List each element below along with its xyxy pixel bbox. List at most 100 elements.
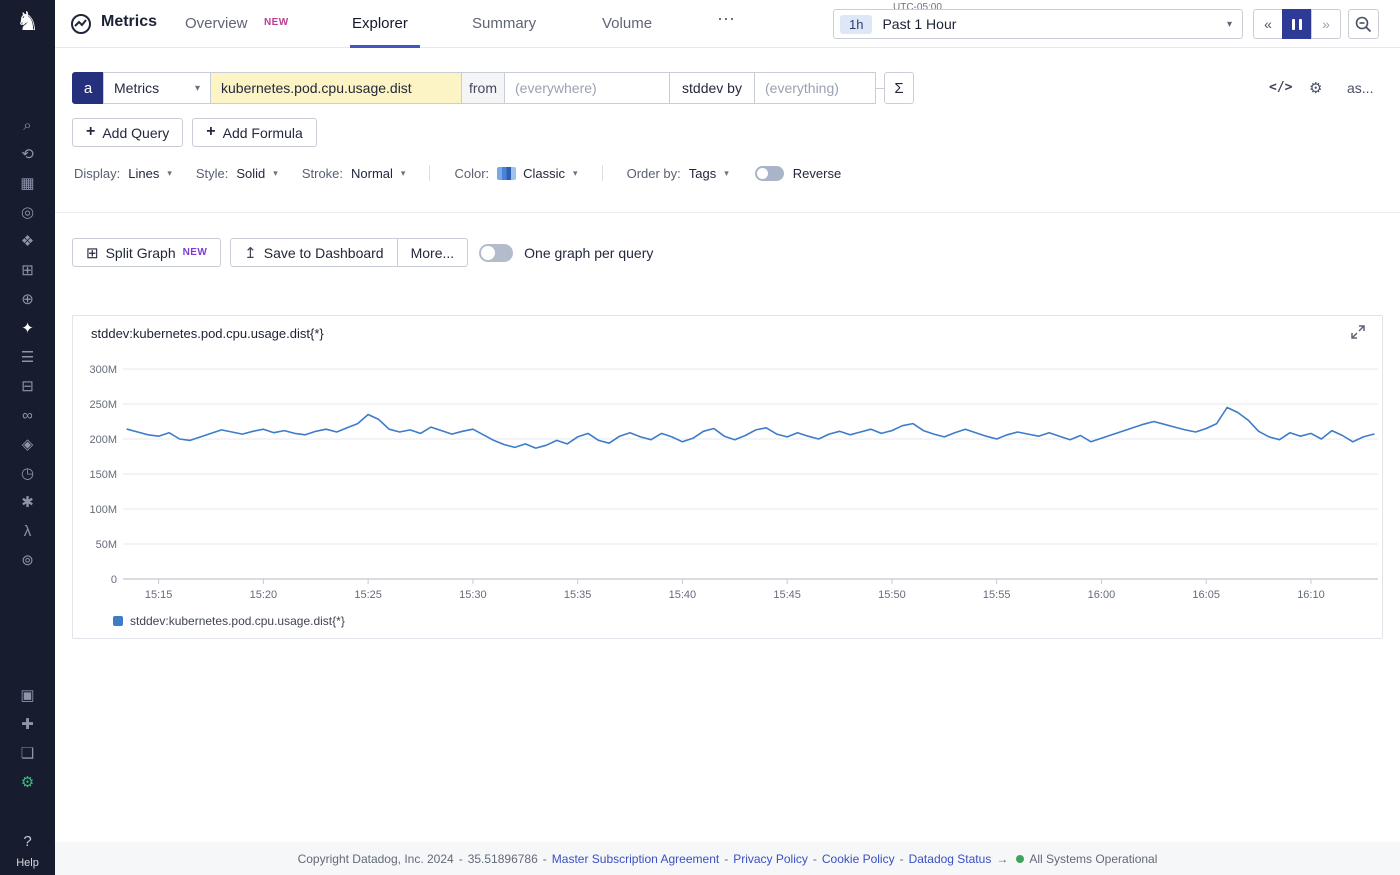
synthetics-icon[interactable]: ∞: [22, 408, 33, 424]
aggregator-dropdown[interactable]: stddev by: [669, 72, 755, 104]
stroke-label: Stroke:: [302, 166, 343, 181]
y-axis-tick-label: 150M: [89, 469, 117, 481]
expand-graph-button[interactable]: [1350, 324, 1370, 344]
save-to-dashboard-button[interactable]: ↥ Save to Dashboard: [230, 238, 397, 267]
workflows-icon[interactable]: ⊚: [21, 553, 34, 569]
style-value: Solid: [236, 166, 265, 181]
separator: -: [459, 852, 463, 866]
help-resources-icon[interactable]: ❏: [21, 746, 34, 762]
timeseries-chart[interactable]: 050M100M150M200M250M300M15:1515:2015:251…: [73, 356, 1384, 608]
stroke-dropdown[interactable]: Stroke: Normal ▾: [302, 166, 406, 181]
chart-title: stddev:kubernetes.pod.cpu.usage.dist{*}: [91, 326, 324, 341]
summary-function-button[interactable]: Σ: [884, 72, 914, 104]
serverless-icon[interactable]: λ: [24, 524, 32, 540]
split-graph-new-badge: NEW: [183, 247, 208, 258]
time-range-chip[interactable]: 1h: [840, 15, 872, 34]
more-label: More...: [411, 245, 455, 261]
code-view-icon[interactable]: </>: [1269, 80, 1292, 95]
tab-explorer[interactable]: Explorer: [352, 15, 408, 32]
x-axis-tick-label: 15:55: [983, 589, 1011, 601]
display-dropdown[interactable]: Display: Lines ▾: [74, 166, 172, 181]
chevron-down-icon: ▾: [724, 168, 729, 179]
footer-link-cookie-policy[interactable]: Cookie Policy: [822, 852, 895, 866]
search-icon[interactable]: ⌕: [23, 118, 31, 134]
plus-icon: +: [86, 123, 95, 141]
tab-volume[interactable]: Volume: [602, 15, 652, 32]
error-tracking-icon[interactable]: ✱: [21, 495, 34, 511]
separator: -: [724, 852, 728, 866]
ci-cd-icon[interactable]: ⊕: [21, 292, 34, 308]
graph-settings-gear-icon[interactable]: ⚙: [1309, 79, 1322, 97]
help-label[interactable]: Help: [0, 857, 55, 869]
style-label: Style:: [196, 166, 229, 181]
security-icon[interactable]: ◈: [22, 437, 34, 453]
infrastructure-icon[interactable]: ❖: [21, 234, 34, 250]
save-to-dashboard-label: Save to Dashboard: [264, 245, 384, 261]
time-range-picker[interactable]: 1h Past 1 Hour ▾: [833, 9, 1243, 39]
legend-item[interactable]: stddev:kubernetes.pod.cpu.usage.dist{*}: [113, 614, 345, 628]
top-nav: Metrics Overview NEW Explorer Summary Vo…: [55, 0, 1400, 48]
dashboards-icon[interactable]: ⊟: [21, 379, 34, 395]
reverse-toggle[interactable]: [755, 166, 784, 181]
add-query-button[interactable]: + Add Query: [72, 118, 183, 147]
page-title: Metrics: [101, 13, 157, 31]
zoom-out-button[interactable]: [1348, 9, 1379, 39]
watchdog-icon[interactable]: ⟲: [21, 147, 34, 163]
order-by-dropdown[interactable]: Order by: Tags ▾: [627, 166, 729, 181]
active-tab-underline: [350, 45, 420, 48]
status-text: All Systems Operational: [1029, 852, 1157, 866]
x-axis-tick-label: 16:10: [1297, 589, 1325, 601]
teams-icon[interactable]: ✚: [21, 717, 34, 733]
notebooks-icon[interactable]: ▣: [20, 688, 34, 704]
color-dropdown[interactable]: Color: Classic ▾: [454, 166, 577, 181]
graph-actions-row: ⊞ Split Graph NEW ↥ Save to Dashboard Mo…: [72, 238, 653, 267]
footer-link-privacy-policy[interactable]: Privacy Policy: [733, 852, 808, 866]
metric-input[interactable]: kubernetes.pod.cpu.usage.dist: [210, 72, 462, 104]
x-axis-tick-label: 15:25: [354, 589, 382, 601]
data-source-dropdown[interactable]: Metrics ▾: [103, 72, 211, 104]
metrics-icon[interactable]: ▦: [20, 176, 34, 192]
help-icon[interactable]: ?: [0, 833, 55, 850]
integrations-icon[interactable]: ⊞: [21, 263, 34, 279]
skip-back-icon: «: [1264, 16, 1272, 32]
display-options-row: Display: Lines ▾ Style: Solid ▾ Stroke: …: [74, 160, 841, 186]
from-filter-input[interactable]: (everywhere): [504, 72, 670, 104]
datadog-logo-icon[interactable]: ♞: [0, 6, 55, 37]
more-button[interactable]: More...: [397, 238, 469, 267]
x-axis-tick-label: 15:15: [145, 589, 173, 601]
tab-summary[interactable]: Summary: [472, 15, 536, 32]
footer-link-datadog-status[interactable]: Datadog Status: [909, 852, 992, 866]
apm-icon[interactable]: ◎: [21, 205, 34, 221]
add-formula-button[interactable]: + Add Formula: [192, 118, 317, 147]
overview-new-badge: NEW: [264, 17, 289, 28]
x-axis-tick-label: 15:30: [459, 589, 487, 601]
x-axis-tick-label: 16:05: [1192, 589, 1220, 601]
style-dropdown[interactable]: Style: Solid ▾: [196, 166, 278, 181]
footer-link-master-subscription-agreement[interactable]: Master Subscription Agreement: [552, 852, 719, 866]
vertical-divider: [602, 165, 603, 181]
color-label: Color:: [454, 166, 489, 181]
skip-forward-button[interactable]: »: [1311, 9, 1341, 39]
one-graph-per-query-toggle[interactable]: [479, 244, 513, 262]
legend-swatch-icon: [113, 616, 123, 626]
footer: Copyright Datadog, Inc. 2024-35.51896786…: [55, 842, 1400, 875]
add-formula-label: Add Formula: [223, 125, 303, 141]
pause-button[interactable]: [1282, 9, 1312, 39]
split-graph-button[interactable]: ⊞ Split Graph NEW: [72, 238, 221, 267]
playback-controls: « »: [1253, 9, 1341, 39]
bits-ai-icon[interactable]: ✦: [21, 321, 34, 337]
datadog-agent-icon[interactable]: ⚙: [21, 775, 34, 791]
metrics-product-icon: [70, 13, 92, 40]
copyright-text: Copyright Datadog, Inc. 2024: [298, 852, 454, 866]
group-by-input[interactable]: (everything): [754, 72, 876, 104]
as-option-label[interactable]: as...: [1347, 80, 1373, 96]
rum-icon[interactable]: ◷: [21, 466, 34, 482]
more-tabs-ellipsis-icon[interactable]: ⋯: [717, 9, 735, 30]
chevron-down-icon: ▾: [195, 83, 200, 94]
tab-overview[interactable]: Overview: [185, 15, 248, 32]
color-value: Classic: [523, 166, 565, 181]
logs-icon[interactable]: ☰: [21, 350, 34, 366]
skip-back-button[interactable]: «: [1253, 9, 1283, 39]
vertical-divider: [429, 165, 430, 181]
query-letter-badge[interactable]: a: [72, 72, 104, 104]
